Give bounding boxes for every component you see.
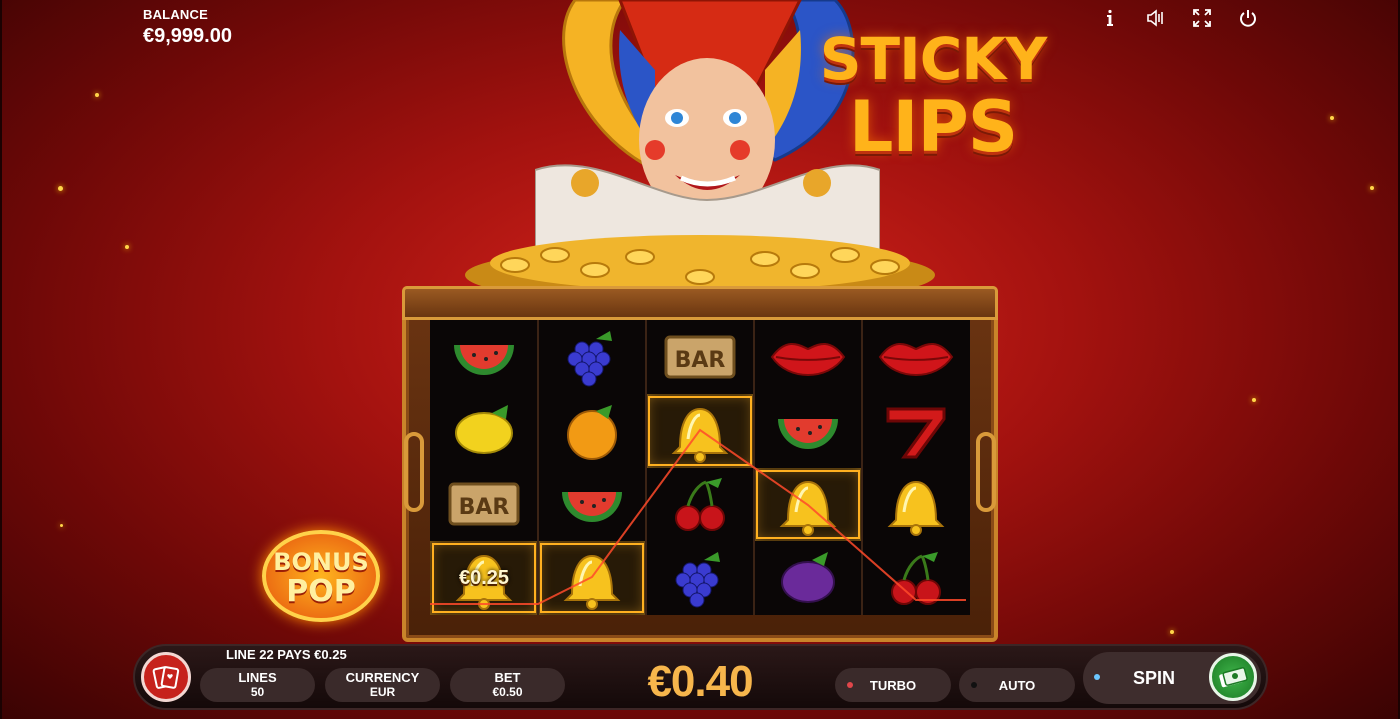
spin-label: SPIN [1133,668,1176,688]
lines-label: LINES [238,670,277,685]
reel-divider [537,320,539,615]
grapes-symbol-cell [538,320,646,394]
seven-icon [886,407,946,459]
orange-symbol-cell [538,394,646,468]
win-message: LINE 22 PAYS €0.25 [226,647,347,662]
bell-icon [563,555,621,611]
total-stake: €0.40 [647,657,753,706]
bonus-pop-line-1: BONUS [273,548,369,576]
cherries-symbol-cell [862,541,970,615]
lines-selector[interactable]: LINES 50 [200,668,315,702]
grapes-symbol-cell [646,541,754,615]
balance-value: €9,999.00 [143,25,232,47]
lips-symbol-cell [754,320,862,394]
cherries-icon [675,478,725,532]
paytable-button[interactable] [141,652,191,702]
reel-grid: BAR BAR €0.25 [430,320,970,615]
power-icon[interactable] [1236,6,1260,30]
cherries-icon [891,552,941,606]
sparkle [58,186,63,191]
chest-handle-left [404,432,424,512]
watermelon-icon [778,418,838,449]
watermelon-icon [454,344,514,375]
spin-button[interactable]: SPIN [1083,652,1261,704]
sound-icon[interactable] [1144,6,1168,30]
bet-selector[interactable]: BET €0.50 [450,668,565,702]
watermelon-symbol-cell [754,394,862,468]
lips-icon [878,342,954,376]
reel-divider [645,320,647,615]
cherries-symbol-cell [646,468,754,542]
currency-label: CURRENCY [345,670,420,685]
lemon-icon [455,404,513,454]
bar-symbol-cell: BAR [430,468,538,542]
auto-label: AUTO [998,677,1036,693]
watermelon-icon [562,492,622,523]
currency-selector[interactable]: CURRENCY EUR [325,668,440,702]
chest-handle-right [976,432,996,512]
sparkle [125,245,129,249]
bell-symbol-cell [862,468,970,542]
sparkle [1170,630,1174,634]
info-icon[interactable] [1098,6,1122,30]
bell-symbol-cell [538,541,646,615]
lips-symbol-cell [862,320,970,394]
logo-line-1: STICKY [819,25,1047,93]
bar-icon: BAR [664,335,736,379]
logo-line-2: LIPS [848,86,1018,168]
win-amount-label: €0.25 [458,566,510,589]
sparkle [1330,116,1334,120]
spin-cash-button[interactable] [1209,653,1257,701]
lips-icon [770,342,846,376]
chest-lid [402,286,998,320]
bell-symbol-cell [646,393,754,468]
reel-divider [861,320,863,615]
frame-left [0,0,2,719]
bell-symbol-cell: €0.25 [430,541,538,615]
lines-value: 50 [250,685,265,699]
auto-toggle[interactable]: AUTO [959,668,1075,702]
watermelon-symbol-cell [430,320,538,394]
game-logo: STICKY LIPS [808,30,1058,162]
seven-symbol-cell [862,394,970,468]
fullscreen-icon[interactable] [1190,6,1214,30]
sparkle [95,93,99,97]
reel-divider [753,320,755,615]
bell-symbol-cell [754,467,862,542]
lemon-symbol-cell [430,394,538,468]
turbo-toggle[interactable]: TURBO [835,668,951,702]
watermelon-symbol-cell [538,468,646,542]
cash-icon [1219,667,1248,688]
auto-indicator [971,682,977,688]
cards-heart-icon [152,666,180,689]
bar-icon: BAR [448,482,520,526]
sparkle [60,524,63,527]
bet-value: €0.50 [492,685,523,699]
sparkle [1252,398,1256,402]
grapes-icon [567,330,612,387]
grapes-icon [675,552,720,608]
bell-icon [671,407,729,463]
bell-icon [887,481,945,537]
svg-text:BAR: BAR [459,495,510,520]
bell-icon [779,481,837,537]
spin-indicator [1094,674,1100,680]
sparkle [1370,186,1374,190]
gold-coins [465,235,935,295]
turbo-label: TURBO [869,677,917,693]
bar-symbol-cell: BAR [646,320,754,394]
svg-text:BAR: BAR [675,348,726,373]
plum-symbol-cell [754,541,862,615]
balance-panel: BALANCE €9,999.00 [143,7,232,48]
plum-icon [781,552,835,604]
bet-label: BET [494,670,521,685]
currency-value: EUR [369,685,396,699]
bonus-pop-line-2: POP [286,574,356,609]
turbo-indicator [847,682,853,688]
top-toolbar [1098,6,1260,30]
balance-label: BALANCE [143,7,208,22]
bonus-pop-badge: BONUS POP [262,530,380,622]
orange-icon [567,404,617,460]
